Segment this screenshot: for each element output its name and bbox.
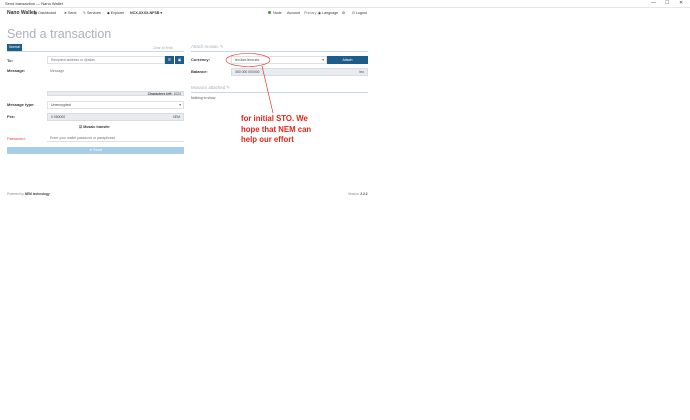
- annotation-overlay: [225, 53, 274, 114]
- annotation-circle: [225, 53, 271, 67]
- annotation-arrow-line: [261, 65, 274, 114]
- annotation-text: for initial STO. We hope that NEM can he…: [241, 114, 312, 144]
- footer-powered-by: Powered by NEM technology: [7, 192, 50, 196]
- footer-version: Version: 2.2.2: [348, 192, 368, 196]
